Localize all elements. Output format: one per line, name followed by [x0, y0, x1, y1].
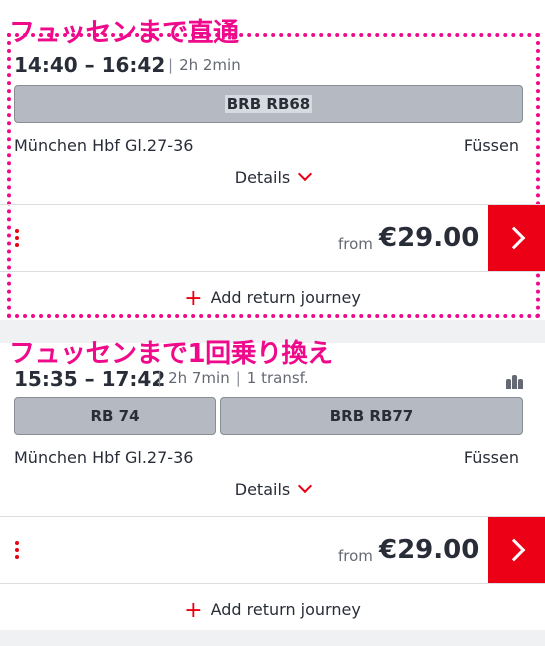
train-badge[interactable]: RB 74	[14, 397, 216, 435]
select-connection-button[interactable]	[488, 517, 545, 583]
price-value: €29.00	[379, 223, 480, 253]
details-toggle[interactable]: Details	[0, 478, 545, 499]
train-label: RB 74	[90, 407, 140, 425]
price-from-label: from	[338, 235, 373, 253]
add-return-label: Add return journey	[210, 288, 361, 307]
occupancy-icon	[505, 370, 523, 389]
train-label: BRB RB77	[329, 407, 414, 425]
select-connection-button[interactable]	[488, 205, 545, 271]
connection-card-2: フュッセンまで1回乗り換え 15:35 – 17:42 | 2h 7min | 1 t…	[0, 339, 545, 630]
arrival-station: Füssen	[463, 448, 519, 467]
annotation-direct: フュッセンまで直通	[9, 18, 239, 48]
journey-duration: 2h 7min	[168, 369, 230, 387]
journey-times: 14:40 – 16:42	[14, 53, 166, 77]
departure-station: München Hbf Gl.27-36	[14, 136, 194, 155]
add-return-journey-button[interactable]: + Add return journey	[0, 284, 545, 311]
train-badge[interactable]: BRB RB68	[14, 85, 523, 123]
journey-duration: 2h 2min	[179, 56, 241, 74]
train-label: BRB RB68	[224, 95, 313, 113]
chevron-right-icon	[502, 538, 525, 562]
chevron-right-icon	[502, 226, 525, 250]
annotation-one-transfer: フュッセンまで1回乗り換え	[9, 339, 333, 369]
more-options-icon[interactable]	[15, 541, 19, 562]
price-value: €29.00	[379, 535, 480, 565]
journey-meta: | 2h 2min	[168, 56, 241, 74]
divider	[0, 204, 545, 205]
journey-times: 15:35 – 17:42	[14, 367, 166, 391]
details-toggle[interactable]: Details	[0, 166, 545, 187]
plus-icon: +	[184, 598, 203, 623]
details-label: Details	[234, 168, 291, 187]
add-return-label: Add return journey	[210, 600, 361, 619]
train-badge[interactable]: BRB RB77	[220, 397, 523, 435]
departure-station: München Hbf Gl.27-36	[14, 448, 194, 467]
divider	[0, 516, 545, 517]
arrival-station: Füssen	[463, 136, 519, 155]
connection-card-1: フュッセンまで直通 14:40 – 16:42 | 2h 2min BRB RB6…	[0, 0, 545, 320]
add-return-journey-button[interactable]: + Add return journey	[0, 596, 545, 623]
divider	[0, 271, 545, 272]
transfer-count: 1 transf.	[246, 369, 309, 387]
divider	[0, 583, 545, 584]
plus-icon: +	[184, 286, 203, 311]
journey-meta: | 2h 7min | 1 transf.	[157, 369, 309, 387]
more-options-icon[interactable]	[15, 229, 19, 250]
chevron-down-icon	[298, 166, 313, 182]
price-from-label: from	[338, 547, 373, 565]
details-label: Details	[234, 480, 291, 499]
chevron-down-icon	[298, 478, 313, 494]
